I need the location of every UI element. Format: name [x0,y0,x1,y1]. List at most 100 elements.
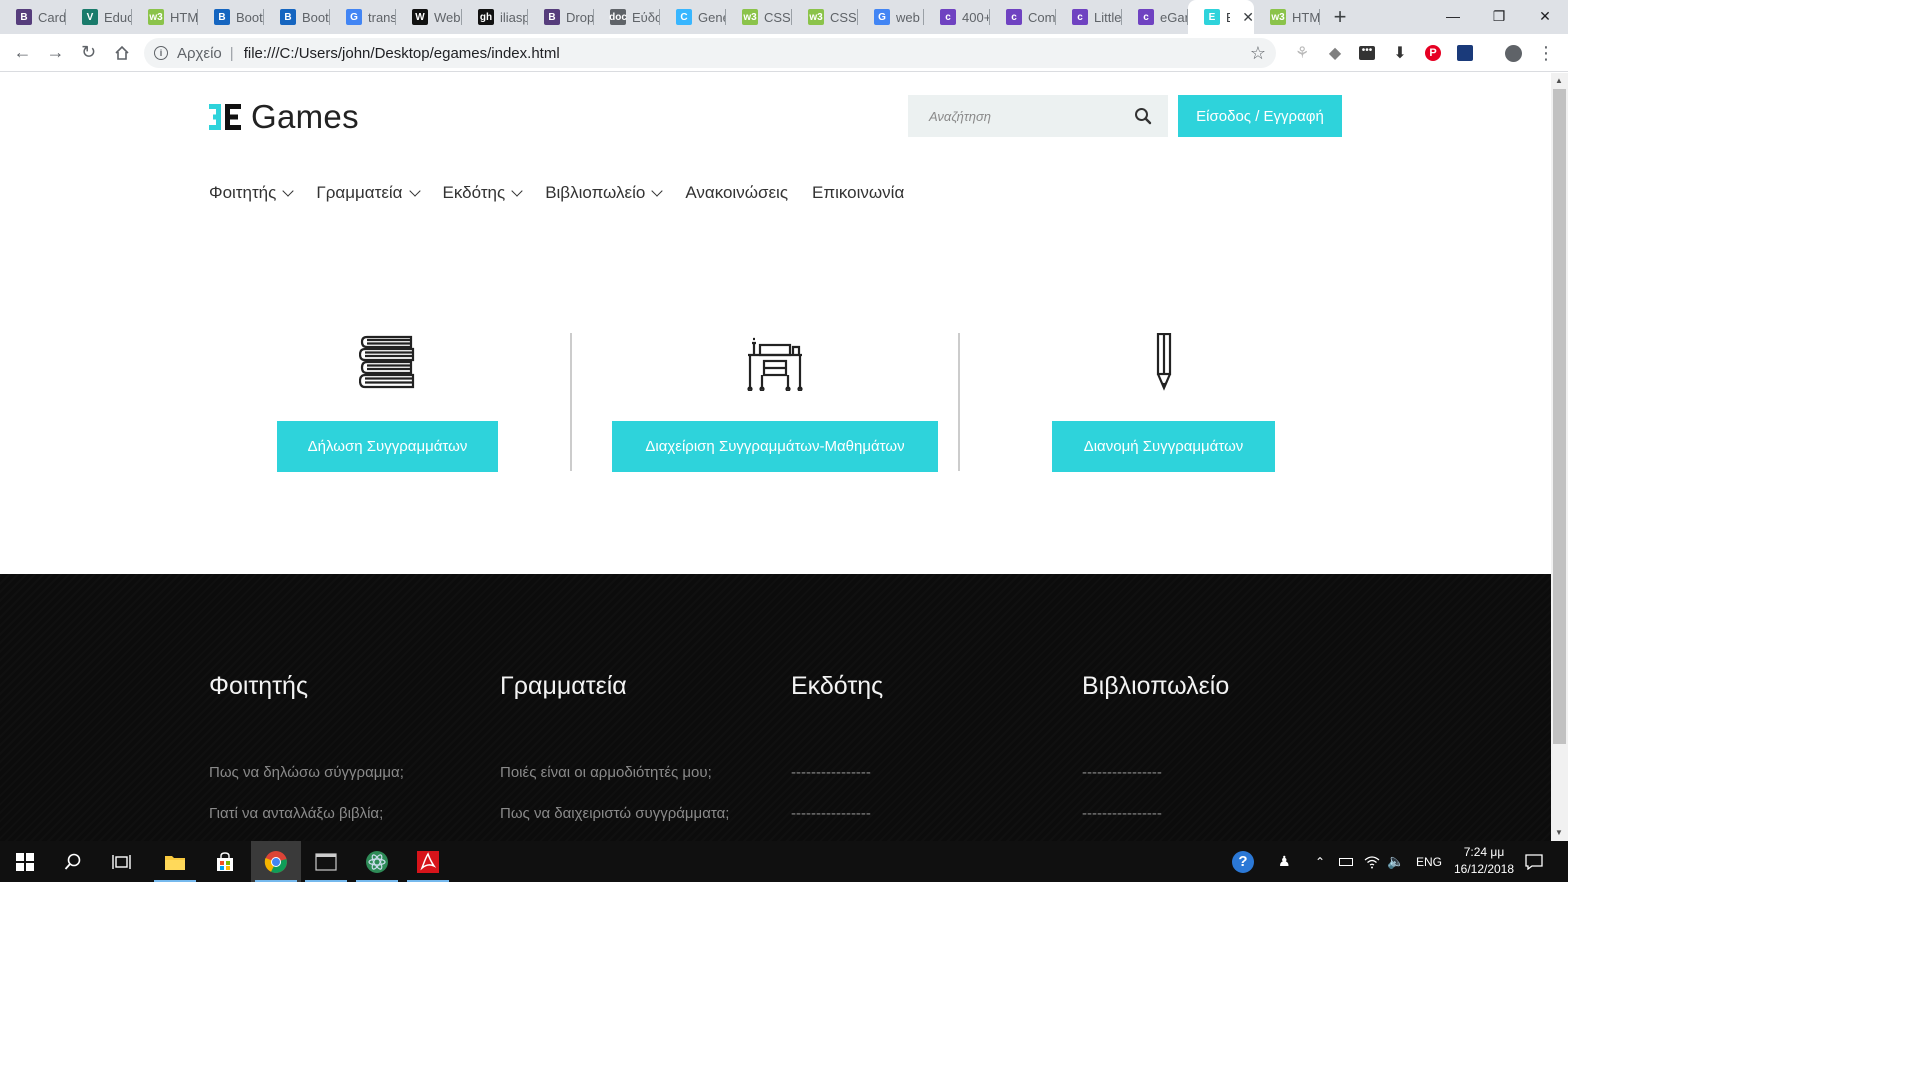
footer-heading: Εκδότης [791,672,884,700]
extension-puzzle-icon[interactable]: ⚘ [1288,34,1316,72]
tab-title: eGar [1160,9,1188,25]
taskbar-terminal[interactable] [301,841,351,882]
volume-icon[interactable]: 🔈 [1387,841,1404,882]
start-button[interactable] [0,841,50,882]
nav-item-student[interactable]: Φοιτητής [209,183,294,203]
scroll-up-arrow-icon[interactable]: ▲ [1555,76,1563,85]
extension-download-icon[interactable]: ⬇ [1386,34,1414,72]
browser-tab[interactable]: Gtrans [330,0,396,34]
footer-link[interactable]: ---------------- [791,764,871,781]
forward-button[interactable]: → [39,34,72,72]
maximize-button[interactable]: ❐ [1476,0,1522,32]
declare-books-button[interactable]: Δήλωση Συγγραμμάτων [277,421,498,472]
site-logo[interactable]: Games [209,98,359,135]
browser-tab[interactable]: V Educ [66,0,132,34]
reload-button[interactable]: ↻ [72,34,105,72]
search-button[interactable] [48,841,98,882]
site-info-icon[interactable]: i [154,46,168,60]
browser-tab[interactable]: c Com [990,0,1056,34]
extension-layers-icon[interactable]: ◆ [1321,34,1349,72]
address-bar[interactable]: i Αρχείο | file:///C:/Users/john/Desktop… [144,38,1276,68]
chevron-down-icon [282,184,294,197]
browser-tab[interactable]: B Card [0,0,66,34]
site-search-input[interactable]: Αναζήτηση [908,95,1168,137]
browser-tab[interactable]: c Little [1056,0,1122,34]
people-icon[interactable]: ♟ [1278,841,1291,882]
tab-favicon-icon: doc [609,9,627,25]
taskbar-acrobat[interactable] [403,841,453,882]
page-scrollbar[interactable]: ▲ ▼ [1551,73,1568,841]
extension-chart-icon[interactable] [1451,34,1479,72]
system-clock[interactable]: 7:24 μμ 16/12/2018 [1448,844,1520,878]
site-footer: Φοιτητής Πως να δηλώσω σύγγραμμα; Γιατί … [0,574,1551,841]
scroll-down-arrow-icon[interactable]: ▼ [1555,828,1563,837]
browser-tab[interactable]: w3 HTM [1254,0,1320,34]
atom-icon [366,850,388,873]
column-divider [570,333,572,471]
scrollbar-thumb[interactable] [1553,89,1566,744]
footer-column-secretariat: Γραμματεία Ποιές είναι οι αρμοδιότητές μ… [500,672,729,822]
extension-dots-icon[interactable]: ••• [1353,34,1381,72]
nav-item-bookstore[interactable]: Βιβλιοπωλείο [545,183,663,203]
browser-tab[interactable]: c eGar [1122,0,1188,34]
minimize-button[interactable]: — [1430,0,1476,32]
browser-tab[interactable]: gh iliasp [462,0,528,34]
close-tab-icon[interactable]: ✕ [1242,9,1254,26]
browser-tab[interactable]: B Boot [264,0,330,34]
close-window-button[interactable]: ✕ [1522,0,1568,32]
footer-link[interactable]: Γιατί να ανταλλάξω βιβλία; [209,805,383,822]
browser-tab[interactable]: w3 CSS [792,0,858,34]
chevron-up-icon[interactable]: ⌃ [1315,841,1325,882]
battery-icon[interactable] [1339,841,1353,882]
browser-tab[interactable]: w3 HTM [132,0,198,34]
action-center-icon[interactable] [1525,841,1543,882]
wifi-icon[interactable] [1364,841,1380,882]
browser-tab[interactable]: doc Εύδο [594,0,660,34]
browser-tab[interactable]: B Drop [528,0,594,34]
browser-menu-icon[interactable]: ⋮ [1532,34,1560,72]
footer-link[interactable]: Πως να δηλώσω σύγγραμμα; [209,764,404,781]
browser-tab[interactable]: w3 CSS [726,0,792,34]
footer-link[interactable]: ---------------- [1082,805,1162,822]
taskbar-store[interactable] [200,841,250,882]
back-button[interactable]: ← [6,34,39,72]
footer-column-bookstore: Βιβλιοπωλείο ---------------- ----------… [1082,672,1229,822]
taskbar-chrome[interactable] [251,841,301,882]
main-nav: Φοιτητής Γραμματεία Εκδότης Βιβλιοπωλείο… [209,183,904,203]
search-icon[interactable] [1134,107,1152,125]
address-url[interactable]: file:///C:/Users/john/Desktop/egames/ind… [244,45,560,62]
nav-item-secretariat[interactable]: Γραμματεία [316,183,421,203]
footer-link[interactable]: ---------------- [791,805,871,822]
footer-link[interactable]: Πως να δαιχειριστώ συγγράμματα; [500,805,729,822]
browser-tab[interactable]: Gweb [858,0,924,34]
bookmark-star-icon[interactable]: ☆ [1250,43,1266,64]
manage-books-courses-button[interactable]: Διαχείριση Συγγραμμάτων-Μαθημάτων [612,421,938,472]
taskbar-atom[interactable] [352,841,402,882]
tab-favicon-icon: gh [478,9,494,25]
tab-favicon-icon: B [280,9,296,25]
browser-tab[interactable]: B Boot [198,0,264,34]
nav-item-contact[interactable]: Επικοινωνία [812,183,904,203]
nav-item-publisher[interactable]: Εκδότης [443,183,523,203]
extension-pinterest-icon[interactable]: P [1419,34,1447,72]
browser-tab-active[interactable]: EE ✕ [1188,0,1254,34]
footer-column-student: Φοιτητής Πως να δηλώσω σύγγραμμα; Γιατί … [209,672,404,822]
new-tab-button[interactable]: + [1320,0,1360,34]
footer-link[interactable]: ---------------- [1082,764,1162,781]
tab-favicon-icon: C [676,9,692,25]
browser-tab[interactable]: c 400+ [924,0,990,34]
help-tray-icon[interactable]: ? [1232,841,1254,882]
login-register-button[interactable]: Είσοδος / Εγγραφή [1178,95,1342,137]
browser-tab[interactable]: C Gene [660,0,726,34]
task-view-button[interactable] [97,841,147,882]
footer-link[interactable]: Ποιές είναι οι αρμοδιότητές μου; [500,764,712,781]
browser-tab[interactable]: W Web [396,0,462,34]
tab-title: trans [368,9,396,25]
taskbar-file-explorer[interactable] [150,841,200,882]
language-indicator[interactable]: ENG [1416,841,1442,882]
chevron-down-icon [408,184,421,197]
nav-item-announcements[interactable]: Ανακοινώσεις [685,183,788,203]
home-button[interactable] [105,34,138,72]
distribute-books-button[interactable]: Διανομή Συγγραμμάτων [1052,421,1275,472]
profile-icon[interactable] [1499,34,1527,72]
